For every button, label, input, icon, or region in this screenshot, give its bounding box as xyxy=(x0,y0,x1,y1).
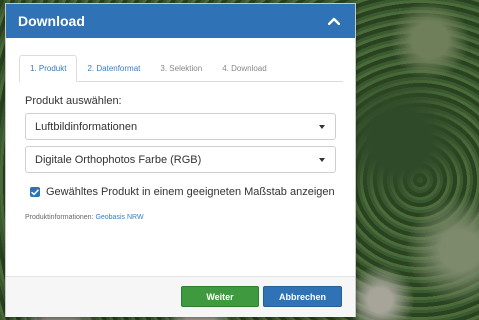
scale-checkbox[interactable] xyxy=(30,187,40,197)
check-icon xyxy=(31,188,39,195)
wizard-tabs: 1. Produkt 2. Datenformat 3. Selektion 4… xyxy=(19,55,343,82)
product-info-label: Produktinformationen: xyxy=(25,214,94,221)
product-info: Produktinformationen: Geobasis NRW xyxy=(25,214,144,221)
tab-label: 3. Selektion xyxy=(160,63,203,73)
product-select[interactable]: Digitale Orthophotos Farbe (RGB) xyxy=(25,146,336,173)
tab-label: 2. Datenformat xyxy=(87,63,141,73)
caret-down-icon xyxy=(319,158,325,162)
tab-datenformat[interactable]: 2. Datenformat xyxy=(77,55,150,81)
geobasis-link[interactable]: Geobasis NRW xyxy=(95,214,143,221)
cancel-button[interactable]: Abbrechen xyxy=(263,286,342,307)
chevron-up-icon xyxy=(328,17,340,25)
scale-checkbox-row: Gewähltes Produkt in einem geeigneten Ma… xyxy=(30,186,335,198)
panel-title: Download xyxy=(18,13,85,29)
scale-checkbox-label: Gewähltes Produkt in einem geeigneten Ma… xyxy=(46,186,335,198)
panel-footer: Weiter Abbrechen xyxy=(6,276,355,317)
download-panel: Download 1. Produkt 2. Datenformat 3. Se… xyxy=(5,3,356,317)
product-select-label: Produkt auswählen: xyxy=(25,95,122,107)
tab-download[interactable]: 4. Download xyxy=(212,55,276,81)
product-category-select[interactable]: Luftbildinformationen xyxy=(25,113,336,140)
tab-label: 1. Produkt xyxy=(30,64,67,73)
tab-produkt[interactable]: 1. Produkt xyxy=(19,55,78,82)
collapse-button[interactable] xyxy=(325,12,343,30)
next-button[interactable]: Weiter xyxy=(181,286,259,307)
tab-selektion[interactable]: 3. Selektion xyxy=(150,55,212,81)
caret-down-icon xyxy=(319,125,325,129)
tab-label: 4. Download xyxy=(222,63,267,73)
panel-header: Download xyxy=(6,4,355,38)
product-value: Digitale Orthophotos Farbe (RGB) xyxy=(35,153,202,166)
product-category-value: Luftbildinformationen xyxy=(35,120,138,133)
